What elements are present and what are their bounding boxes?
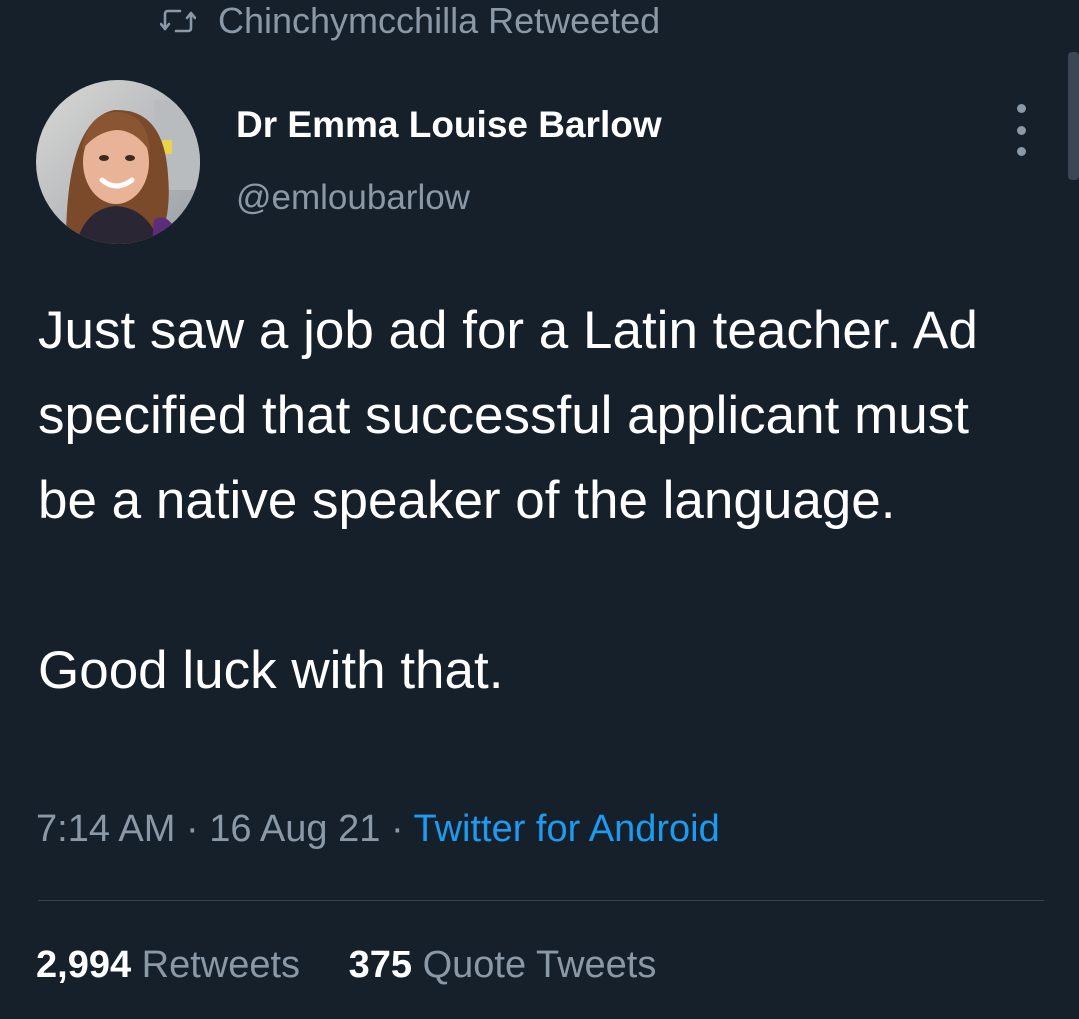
meta-separator: · <box>185 808 199 850</box>
tweet-meta: 7:14 AM · 16 Aug 21 · Twitter for Androi… <box>36 808 720 851</box>
retweets-label: Retweets <box>141 944 301 986</box>
divider <box>38 900 1044 901</box>
tweet-text: Just saw a job ad for a Latin teacher. A… <box>38 288 1038 713</box>
scrollbar[interactable] <box>1068 52 1079 180</box>
quote-tweets-stat[interactable]: 375 Quote Tweets <box>349 944 657 986</box>
more-vertical-icon <box>1016 104 1026 113</box>
retweet-icon <box>160 6 196 36</box>
tweet-paragraph: Good luck with that. <box>38 641 504 700</box>
more-vertical-icon <box>1016 125 1026 135</box>
quote-tweets-count: 375 <box>348 944 413 986</box>
retweets-stat[interactable]: 2,994 Retweets <box>36 944 311 986</box>
tweet-date[interactable]: 16 Aug 21 <box>209 808 380 850</box>
retweeted-by-text: Chinchymcchilla Retweeted <box>218 0 661 41</box>
retweets-count: 2,994 <box>36 944 132 986</box>
avatar[interactable] <box>36 80 200 244</box>
more-options-button[interactable] <box>1006 104 1036 156</box>
tweet-stats: 2,994 Retweets 375 Quote Tweets <box>36 944 694 987</box>
display-name[interactable]: Dr Emma Louise Barlow <box>236 104 662 146</box>
quote-tweets-label: Quote Tweets <box>422 944 657 986</box>
tweet-source-link[interactable]: Twitter for Android <box>413 808 719 850</box>
tweet-paragraph: Just saw a job ad for a Latin teacher. A… <box>38 301 978 530</box>
more-vertical-icon <box>1016 147 1026 156</box>
tweet-time[interactable]: 7:14 AM <box>36 808 175 850</box>
retweet-header[interactable]: Chinchymcchilla Retweeted <box>160 0 660 42</box>
meta-separator: · <box>390 808 404 850</box>
user-handle[interactable]: @emloubarlow <box>236 178 470 218</box>
